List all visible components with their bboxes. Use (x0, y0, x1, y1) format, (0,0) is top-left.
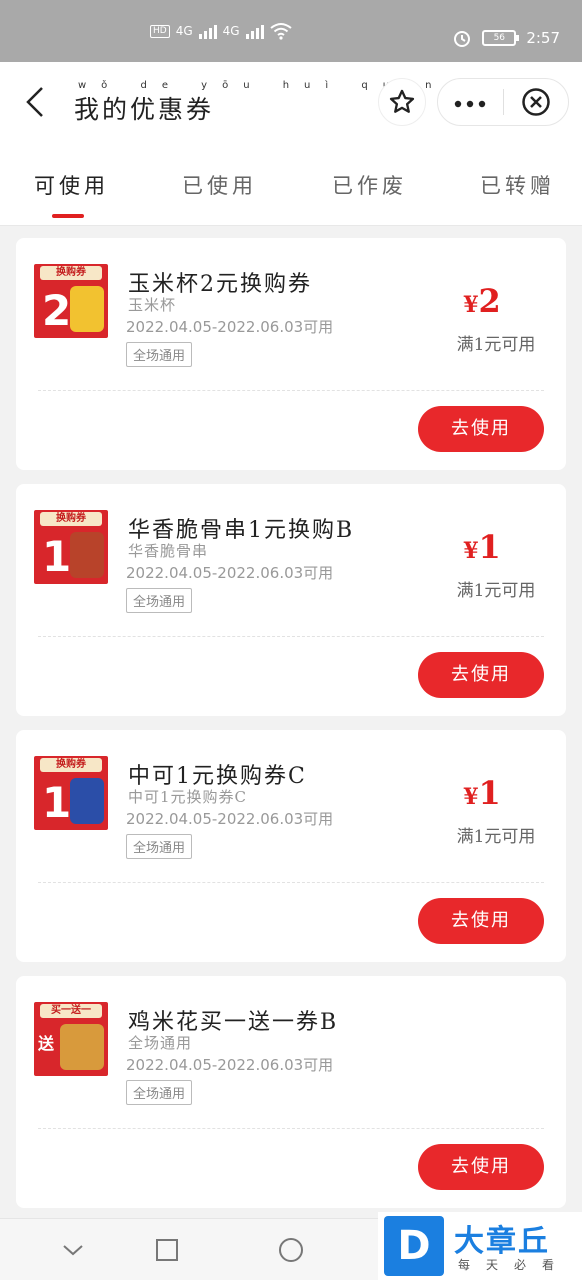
use-coupon-button[interactable]: 去使用 (418, 652, 544, 698)
clock: 2:57 (526, 29, 560, 47)
back-button[interactable] (22, 84, 52, 120)
signal-bars-icon (198, 23, 217, 39)
coupon-scope-tag: 全场通用 (126, 588, 193, 613)
close-button[interactable] (504, 87, 569, 117)
cola-cup-image (70, 778, 104, 824)
coupon-card: 买一送一 送 鸡米花买一送一券B 全场通用 2022.04.05-2022.06… (16, 976, 566, 1208)
coupon-image-badge: 买一送一 (40, 1004, 102, 1018)
amount-value: 2 (478, 282, 501, 320)
corn-cup-image (70, 286, 104, 332)
square-icon (156, 1239, 178, 1261)
signal-bars-icon (245, 23, 264, 39)
dashed-divider (38, 882, 544, 883)
coupon-list: 换购券 2 玉米杯2元换购券 玉米杯 2022.04.05-2022.06.03… (16, 238, 566, 1222)
watermark: D 大章丘 每天必看 (378, 1212, 582, 1280)
use-coupon-button[interactable]: 去使用 (418, 406, 544, 452)
use-coupon-button[interactable]: 去使用 (418, 898, 544, 944)
tab-used[interactable]: 已使用 (182, 170, 257, 200)
coupon-scope-tag: 全场通用 (126, 342, 193, 367)
nav-back-button[interactable] (58, 1235, 88, 1265)
coupon-image-value: 送 (38, 1034, 55, 1053)
close-circle-icon (522, 88, 550, 116)
status-right: 56 2:57 (452, 28, 560, 48)
more-button[interactable] (438, 90, 503, 115)
coupon-image-value: 1 (42, 532, 72, 581)
coupon-amount: ¥1 (432, 528, 532, 566)
coupon-image: 换购券 1 (34, 510, 108, 584)
coupon-image: 买一送一 送 (34, 1002, 108, 1076)
amount-value: 1 (478, 528, 501, 566)
hd-icon: HD (150, 24, 170, 38)
active-tab-indicator (52, 214, 84, 218)
signal-indicators: HD 4G 4G (150, 22, 292, 40)
star-icon (389, 89, 415, 113)
coupon-image: 换购券 2 (34, 264, 108, 338)
coupon-subtitle: 玉米杯 (128, 296, 177, 314)
network-label-2: 4G (222, 24, 240, 38)
use-coupon-button[interactable]: 去使用 (418, 1144, 544, 1190)
chevron-left-icon (26, 87, 43, 117)
favorite-button[interactable] (378, 78, 426, 126)
watermark-slogan: 每天必看 (458, 1258, 571, 1272)
dashed-divider (38, 390, 544, 391)
coupon-image-badge: 换购券 (40, 266, 102, 280)
currency-symbol: ¥ (463, 292, 479, 318)
status-bar: HD 4G 4G 56 2:57 (0, 0, 582, 62)
nav-recents-button[interactable] (152, 1235, 182, 1265)
coupon-validity: 2022.04.05-2022.06.03可用 (126, 810, 334, 828)
currency-symbol: ¥ (463, 538, 479, 564)
coupon-condition: 满1元可用 (456, 581, 536, 601)
coupon-scope-tag: 全场通用 (126, 1080, 193, 1105)
circle-icon (279, 1238, 303, 1262)
dashed-divider (38, 636, 544, 637)
coupon-image-badge: 换购券 (40, 758, 102, 772)
coupon-condition: 满1元可用 (456, 827, 536, 847)
coupon-validity: 2022.04.05-2022.06.03可用 (126, 564, 334, 582)
page-title: 我的优惠券 (74, 95, 215, 124)
currency-symbol: ¥ (463, 784, 479, 810)
coupon-card: 换购券 1 华香脆骨串1元换购B 华香脆骨串 2022.04.05-2022.0… (16, 484, 566, 716)
coupon-validity: 2022.04.05-2022.06.03可用 (126, 318, 334, 336)
coupon-image-value: 1 (42, 778, 72, 827)
coupon-image: 换购券 1 (34, 756, 108, 830)
coupon-tabs: 可使用 已使用 已作废 已转赠 (0, 142, 582, 226)
coupon-image-value: 2 (42, 286, 72, 335)
alarm-icon (454, 31, 471, 47)
coupon-amount: ¥2 (432, 282, 532, 320)
coupon-validity: 2022.04.05-2022.06.03可用 (126, 1056, 334, 1074)
wifi-icon (269, 23, 292, 40)
coupon-subtitle: 全场通用 (128, 1034, 193, 1052)
coupon-image-badge: 换购券 (40, 512, 102, 526)
more-dots-icon (455, 100, 486, 107)
coupon-subtitle: 华香脆骨串 (128, 542, 209, 560)
popcorn-chicken-image (60, 1024, 104, 1070)
watermark-logo: D (384, 1216, 444, 1276)
coupon-scope-tag: 全场通用 (126, 834, 193, 859)
tab-transferred[interactable]: 已转赠 (480, 170, 555, 200)
amount-value: 1 (478, 774, 501, 812)
chevron-down-icon (63, 1245, 83, 1256)
nav-home-button[interactable] (276, 1235, 306, 1265)
coupon-condition: 满1元可用 (456, 335, 536, 355)
coupon-subtitle: 中可1元换购券C (128, 788, 248, 806)
coupon-card: 换购券 1 中可1元换购券C 中可1元换购券C 2022.04.05-2022.… (16, 730, 566, 962)
battery-icon: 56 (482, 30, 520, 46)
app-header: wǒ de yōu huì quàn 我的优惠券 (0, 62, 582, 142)
skewer-image (70, 532, 104, 578)
miniapp-capsule (437, 78, 569, 126)
dashed-divider (38, 1128, 544, 1129)
coupon-amount: ¥1 (432, 774, 532, 812)
watermark-name: 大章丘 (454, 1224, 550, 1259)
tab-available[interactable]: 可使用 (34, 170, 109, 200)
network-label-1: 4G (175, 24, 193, 38)
coupon-card: 换购券 2 玉米杯2元换购券 玉米杯 2022.04.05-2022.06.03… (16, 238, 566, 470)
tab-voided[interactable]: 已作废 (332, 170, 407, 200)
